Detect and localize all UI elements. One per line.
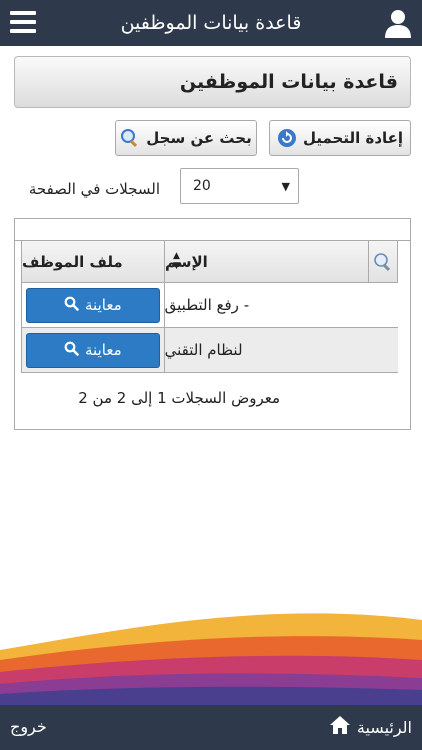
reload-button[interactable]: إعادة التحميل	[269, 120, 411, 156]
home-link[interactable]: الرئيسية	[329, 715, 412, 739]
pagesize-label: السجلات في الصفحة	[28, 180, 160, 198]
records-summary: معروض السجلات 1 إلى 2 من 2	[78, 389, 280, 407]
search-record-button[interactable]: بحث عن سجل	[115, 120, 257, 156]
table-row: معاينة لنظام التقني	[21, 328, 398, 373]
table-cell-file: معاينة	[22, 283, 165, 327]
sort-icon[interactable]: ▲ ▼	[173, 251, 180, 271]
menu-icon[interactable]	[10, 9, 36, 35]
view-button[interactable]: معاينة	[25, 332, 160, 368]
top-bar: قاعدة بيانات الموظفين	[0, 0, 422, 46]
grid-header: ملف الموظف ▲ ▼ الإسم	[21, 241, 398, 283]
column-header-file[interactable]: ملف الموظف	[22, 241, 165, 282]
column-header-name[interactable]: ▲ ▼ الإسم	[165, 241, 369, 282]
pagesize-select[interactable]: 20 ▼	[180, 168, 299, 204]
home-icon	[329, 715, 351, 739]
search-record-label: بحث عن سجل	[146, 129, 252, 147]
bottom-bar: خروج الرئيسية	[0, 705, 422, 750]
view-button-label: معاينة	[85, 341, 122, 359]
reload-label: إعادة التحميل	[302, 129, 404, 147]
user-icon[interactable]	[384, 8, 412, 38]
column-header-name-label: الإسم	[165, 252, 208, 271]
grid-toolbar-row	[15, 219, 410, 241]
view-button-label: معاينة	[85, 296, 122, 314]
search-icon	[64, 341, 79, 360]
view-button[interactable]: معاينة	[25, 287, 160, 323]
table-cell-name: - رفع التطبيق	[164, 296, 250, 314]
reload-icon	[277, 128, 297, 148]
table-row: معاينة - رفع التطبيق	[21, 283, 398, 328]
table-cell-name: لنظام التقني	[164, 341, 243, 359]
column-search-icon[interactable]	[369, 241, 397, 282]
pagesize-value: 20	[193, 178, 211, 194]
table-cell-file: معاينة	[22, 328, 165, 372]
logout-link[interactable]: خروج	[10, 717, 47, 736]
app-title: قاعدة بيانات الموظفين	[120, 12, 302, 34]
page-header: قاعدة بيانات الموظفين	[14, 56, 411, 108]
home-label: الرئيسية	[356, 717, 412, 737]
search-icon	[64, 296, 79, 315]
page-title: قاعدة بيانات الموظفين	[179, 71, 398, 93]
decorative-waves	[0, 613, 422, 705]
chevron-down-icon: ▼	[281, 180, 290, 193]
employee-grid: ملف الموظف ▲ ▼ الإسم معاينة - رفع التطبي…	[14, 218, 411, 430]
magnifier-icon	[120, 128, 140, 148]
